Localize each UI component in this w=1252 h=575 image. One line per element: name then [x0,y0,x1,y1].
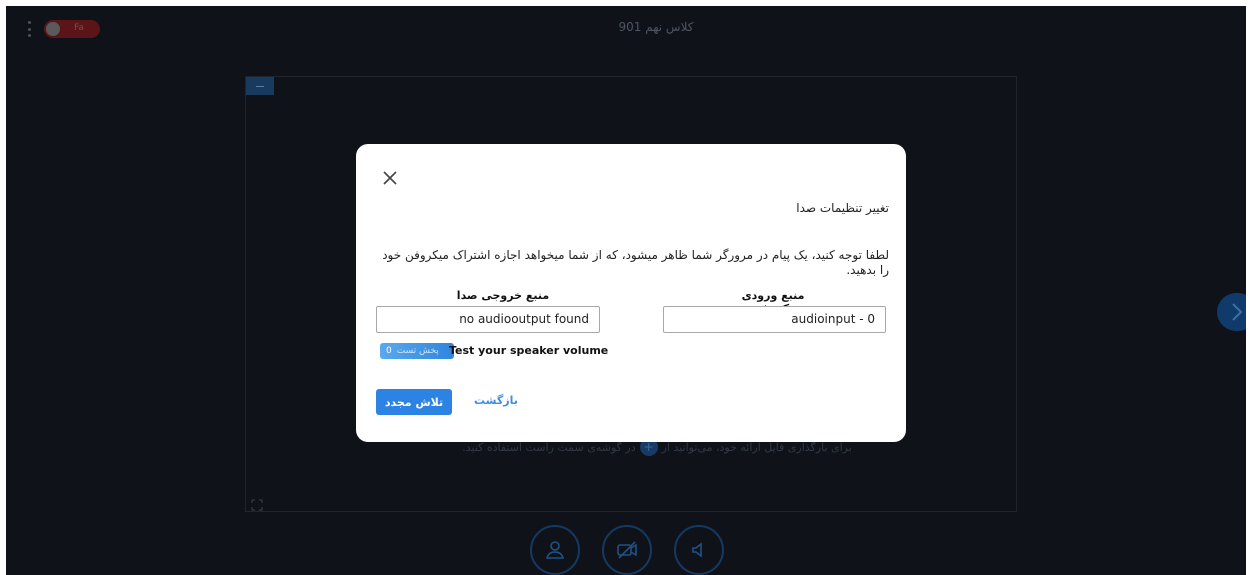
volume-button-text: پخش تست [396,346,439,356]
speaker-test-label: Test your speaker volume [449,344,609,357]
mic-source-select[interactable]: audioinput - 0 [663,306,886,333]
speaker-test-row: 0 پخش تست Test your speaker volume [376,342,608,362]
audio-settings-dialog: تغییر تنظیمات صدا لطفا توجه کنید، یک پیا… [356,144,906,442]
back-link[interactable]: بازگشت [474,394,518,407]
volume-value: 0 [386,346,392,356]
retry-button[interactable]: تلاش مجدد [376,389,452,415]
dialog-title: تغییر تنظیمات صدا [796,201,889,215]
close-icon[interactable] [382,170,398,186]
permission-notice: لطفا توجه کنید، یک پیام در مرورگر شما ظا… [382,248,889,277]
output-source-select[interactable]: no audiooutput found [376,306,600,333]
output-source-label: منبع خروجی صدا [456,289,550,302]
speaker-test-button[interactable]: 0 پخش تست [380,343,454,359]
